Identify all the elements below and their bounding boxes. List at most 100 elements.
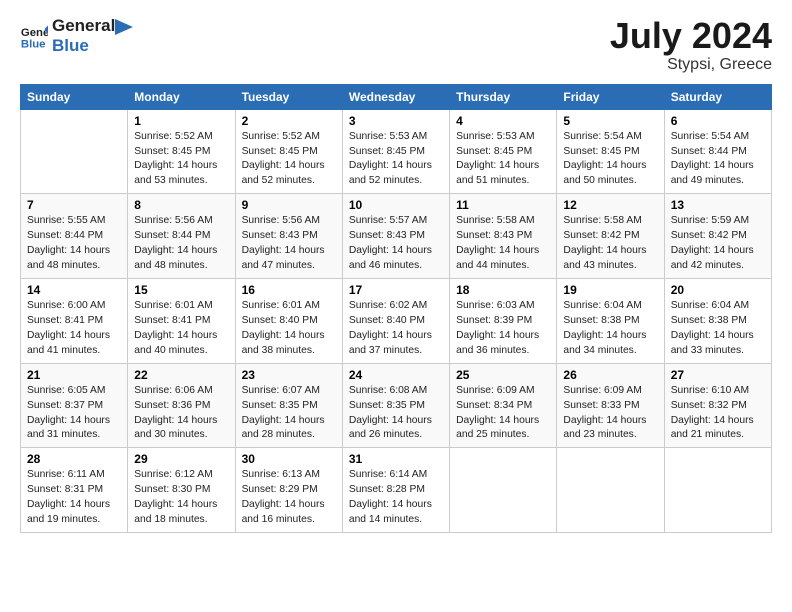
- svg-text:Blue: Blue: [21, 38, 46, 50]
- calendar-cell: 24 Sunrise: 6:08 AMSunset: 8:35 PMDayligh…: [342, 363, 449, 448]
- day-number: 23: [242, 368, 336, 382]
- day-info: Sunrise: 6:04 AMSunset: 8:38 PMDaylight:…: [563, 299, 657, 359]
- subtitle: Stypsi, Greece: [610, 56, 772, 74]
- day-number: 10: [349, 198, 443, 212]
- svg-text:General: General: [21, 27, 48, 39]
- day-info: Sunrise: 5:58 AMSunset: 8:43 PMDaylight:…: [456, 214, 550, 274]
- day-info: Sunrise: 6:00 AMSunset: 8:41 PMDaylight:…: [27, 299, 121, 359]
- header-cell-tuesday: Tuesday: [235, 84, 342, 109]
- week-row-3: 14Sunrise: 6:00 AMSunset: 8:41 PMDayligh…: [21, 278, 772, 363]
- calendar-cell: [21, 109, 128, 194]
- logo-flag-icon: [115, 19, 133, 45]
- header-cell-saturday: Saturday: [664, 84, 771, 109]
- title-block: July 2024 Stypsi, Greece: [610, 16, 772, 74]
- day-info: Sunrise: 6:02 AMSunset: 8:40 PMDaylight:…: [349, 299, 443, 359]
- day-info: Sunrise: 6:13 AMSunset: 8:29 PMDaylight:…: [242, 468, 336, 528]
- day-number: 9: [242, 198, 336, 212]
- day-info: Sunrise: 6:14 AMSunset: 8:28 PMDaylight:…: [349, 468, 443, 528]
- day-info: Sunrise: 5:58 AMSunset: 8:42 PMDaylight:…: [563, 214, 657, 274]
- calendar-cell: 5Sunrise: 5:54 AMSunset: 8:45 PMDaylight…: [557, 109, 664, 194]
- calendar-cell: [450, 448, 557, 533]
- logo: General Blue General Blue: [20, 16, 133, 55]
- day-info: Sunrise: 6:04 AMSunset: 8:38 PMDaylight:…: [671, 299, 765, 359]
- day-number: 12: [563, 198, 657, 212]
- day-info: Sunrise: 6:09 AMSunset: 8:33 PMDaylight:…: [563, 384, 657, 444]
- week-row-2: 7Sunrise: 5:55 AMSunset: 8:44 PMDaylight…: [21, 194, 772, 279]
- day-info: Sunrise: 5:59 AMSunset: 8:42 PMDaylight:…: [671, 214, 765, 274]
- calendar-cell: 8 Sunrise: 5:56 AMSunset: 8:44 PMDaylight…: [128, 194, 235, 279]
- calendar-cell: 22 Sunrise: 6:06 AMSunset: 8:36 PMDayligh…: [128, 363, 235, 448]
- main-title: July 2024: [610, 16, 772, 56]
- calendar-cell: 18Sunrise: 6:03 AMSunset: 8:39 PMDayligh…: [450, 278, 557, 363]
- calendar-cell: 12 Sunrise: 5:58 AMSunset: 8:42 PMDayligh…: [557, 194, 664, 279]
- day-info: Sunrise: 6:11 AMSunset: 8:31 PMDaylight:…: [27, 468, 121, 528]
- day-number: 29: [134, 452, 228, 466]
- calendar-cell: 29 Sunrise: 6:12 AMSunset: 8:30 PMDayligh…: [128, 448, 235, 533]
- day-number: 28: [27, 452, 121, 466]
- calendar-cell: 3 Sunrise: 5:53 AMSunset: 8:45 PMDaylight…: [342, 109, 449, 194]
- day-number: 2: [242, 114, 336, 128]
- day-info: Sunrise: 6:06 AMSunset: 8:36 PMDaylight:…: [134, 384, 228, 444]
- day-number: 22: [134, 368, 228, 382]
- day-number: 16: [242, 283, 336, 297]
- day-number: 18: [456, 283, 550, 297]
- calendar-cell: [664, 448, 771, 533]
- calendar-cell: 27Sunrise: 6:10 AMSunset: 8:32 PMDayligh…: [664, 363, 771, 448]
- day-number: 21: [27, 368, 121, 382]
- day-number: 4: [456, 114, 550, 128]
- day-info: Sunrise: 5:56 AMSunset: 8:44 PMDaylight:…: [134, 214, 228, 274]
- day-number: 27: [671, 368, 765, 382]
- header: General Blue General Blue July 2024 Styp…: [20, 16, 772, 74]
- day-number: 8: [134, 198, 228, 212]
- calendar-cell: 13 Sunrise: 5:59 AMSunset: 8:42 PMDayligh…: [664, 194, 771, 279]
- calendar-cell: 9 Sunrise: 5:56 AMSunset: 8:43 PMDaylight…: [235, 194, 342, 279]
- calendar-cell: 15 Sunrise: 6:01 AMSunset: 8:41 PMDayligh…: [128, 278, 235, 363]
- header-cell-wednesday: Wednesday: [342, 84, 449, 109]
- calendar-cell: 10Sunrise: 5:57 AMSunset: 8:43 PMDayligh…: [342, 194, 449, 279]
- day-number: 24: [349, 368, 443, 382]
- calendar-cell: 21 Sunrise: 6:05 AMSunset: 8:37 PMDayligh…: [21, 363, 128, 448]
- calendar-cell: 6 Sunrise: 5:54 AMSunset: 8:44 PMDaylight…: [664, 109, 771, 194]
- day-info: Sunrise: 6:08 AMSunset: 8:35 PMDaylight:…: [349, 384, 443, 444]
- calendar-cell: 11Sunrise: 5:58 AMSunset: 8:43 PMDayligh…: [450, 194, 557, 279]
- day-info: Sunrise: 6:01 AMSunset: 8:41 PMDaylight:…: [134, 299, 228, 359]
- day-number: 26: [563, 368, 657, 382]
- day-info: Sunrise: 5:53 AMSunset: 8:45 PMDaylight:…: [456, 130, 550, 190]
- header-cell-friday: Friday: [557, 84, 664, 109]
- day-number: 30: [242, 452, 336, 466]
- day-number: 31: [349, 452, 443, 466]
- day-info: Sunrise: 6:09 AMSunset: 8:34 PMDaylight:…: [456, 384, 550, 444]
- day-number: 3: [349, 114, 443, 128]
- calendar-cell: [557, 448, 664, 533]
- day-number: 20: [671, 283, 765, 297]
- day-info: Sunrise: 5:56 AMSunset: 8:43 PMDaylight:…: [242, 214, 336, 274]
- calendar-cell: 28 Sunrise: 6:11 AMSunset: 8:31 PMDayligh…: [21, 448, 128, 533]
- day-info: Sunrise: 5:54 AMSunset: 8:45 PMDaylight:…: [563, 130, 657, 190]
- page: General Blue General Blue July 2024 Styp…: [0, 0, 792, 612]
- day-number: 1: [134, 114, 228, 128]
- header-cell-thursday: Thursday: [450, 84, 557, 109]
- day-number: 13: [671, 198, 765, 212]
- calendar-cell: 19Sunrise: 6:04 AMSunset: 8:38 PMDayligh…: [557, 278, 664, 363]
- day-number: 25: [456, 368, 550, 382]
- day-info: Sunrise: 5:54 AMSunset: 8:44 PMDaylight:…: [671, 130, 765, 190]
- day-info: Sunrise: 6:07 AMSunset: 8:35 PMDaylight:…: [242, 384, 336, 444]
- header-row: SundayMondayTuesdayWednesdayThursdayFrid…: [21, 84, 772, 109]
- calendar-cell: 25 Sunrise: 6:09 AMSunset: 8:34 PMDayligh…: [450, 363, 557, 448]
- calendar-table: SundayMondayTuesdayWednesdayThursdayFrid…: [20, 84, 772, 533]
- day-info: Sunrise: 5:52 AMSunset: 8:45 PMDaylight:…: [242, 130, 336, 190]
- day-info: Sunrise: 5:52 AMSunset: 8:45 PMDaylight:…: [134, 130, 228, 190]
- day-info: Sunrise: 5:53 AMSunset: 8:45 PMDaylight:…: [349, 130, 443, 190]
- day-info: Sunrise: 6:01 AMSunset: 8:40 PMDaylight:…: [242, 299, 336, 359]
- logo-icon: General Blue: [20, 22, 48, 50]
- calendar-cell: 23 Sunrise: 6:07 AMSunset: 8:35 PMDayligh…: [235, 363, 342, 448]
- day-info: Sunrise: 6:12 AMSunset: 8:30 PMDaylight:…: [134, 468, 228, 528]
- day-number: 6: [671, 114, 765, 128]
- day-number: 7: [27, 198, 121, 212]
- day-info: Sunrise: 6:05 AMSunset: 8:37 PMDaylight:…: [27, 384, 121, 444]
- calendar-cell: 26 Sunrise: 6:09 AMSunset: 8:33 PMDayligh…: [557, 363, 664, 448]
- calendar-cell: 2 Sunrise: 5:52 AMSunset: 8:45 PMDaylight…: [235, 109, 342, 194]
- calendar-cell: 16 Sunrise: 6:01 AMSunset: 8:40 PMDayligh…: [235, 278, 342, 363]
- day-number: 15: [134, 283, 228, 297]
- logo-line2: Blue: [52, 36, 115, 56]
